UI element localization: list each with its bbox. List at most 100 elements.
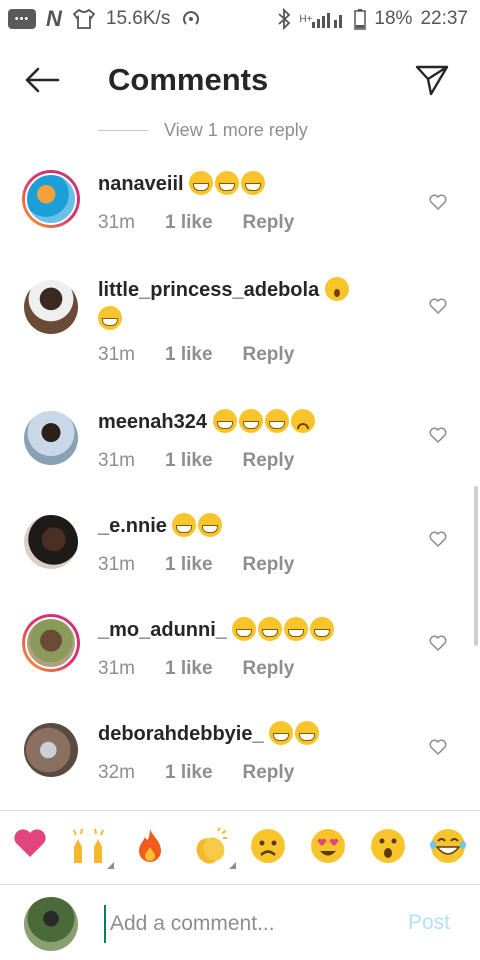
sad-face-emoji-button[interactable] xyxy=(248,827,288,867)
scrollbar[interactable] xyxy=(474,486,478,646)
avatar-story-ring[interactable] xyxy=(22,614,80,672)
like-count[interactable]: 1 like xyxy=(165,554,213,576)
skin-tone-indicator xyxy=(107,862,114,869)
laughing-emoji-icon xyxy=(241,171,266,195)
comment-input[interactable] xyxy=(104,905,394,943)
heart-outline-icon xyxy=(429,298,447,314)
laughing-emoji-icon xyxy=(172,513,197,537)
battery-icon xyxy=(354,8,367,30)
comment-username[interactable]: _e.nnie xyxy=(98,515,167,537)
like-button[interactable] xyxy=(426,527,450,551)
page-title: Comments xyxy=(108,62,269,97)
smiling-emoji-icon xyxy=(98,306,122,330)
heart-outline-icon xyxy=(429,531,447,547)
comment-time: 32m xyxy=(98,762,135,783)
laughing-emoji-icon xyxy=(215,171,240,195)
clapping-hands-emoji-button[interactable] xyxy=(190,827,236,869)
comment-time: 31m xyxy=(98,344,135,365)
heart-outline-icon xyxy=(429,194,447,210)
like-count[interactable]: 1 like xyxy=(165,212,213,234)
back-arrow-icon xyxy=(25,67,60,93)
avatar-story-ring[interactable] xyxy=(22,170,80,228)
laughing-face-icon xyxy=(430,829,466,863)
clock: 22:37 xyxy=(420,8,468,29)
header: Comments xyxy=(0,48,480,112)
laughing-emoji-icon xyxy=(295,721,320,745)
reply-button[interactable]: Reply xyxy=(243,658,295,680)
like-count[interactable]: 1 like xyxy=(165,658,213,680)
share-button[interactable] xyxy=(410,60,454,100)
comment-username[interactable]: _mo_adunni_ xyxy=(98,619,227,641)
surprised-face-emoji-button[interactable] xyxy=(368,827,408,867)
like-count[interactable]: 1 like xyxy=(165,450,213,472)
avatar xyxy=(24,411,78,465)
avatar xyxy=(25,173,77,225)
reply-button[interactable]: Reply xyxy=(243,554,295,576)
like-button[interactable] xyxy=(426,631,450,655)
like-button[interactable] xyxy=(426,735,450,759)
comment-username[interactable]: deborahdebbyie_ xyxy=(98,723,264,745)
skin-tone-indicator xyxy=(229,862,236,869)
laughing-face-emoji-button[interactable] xyxy=(428,827,468,867)
comment-username[interactable]: nanaveiil xyxy=(98,173,184,195)
reply-button[interactable]: Reply xyxy=(243,762,295,784)
heart-outline-icon xyxy=(429,635,447,651)
comment-text: _mo_adunni_ xyxy=(98,616,420,645)
network-speed: 15.6K/s xyxy=(105,8,171,29)
post-button[interactable]: Post xyxy=(408,911,450,935)
reply-button[interactable]: Reply xyxy=(243,450,295,472)
battery-percent: 18% xyxy=(374,8,413,29)
comment-username[interactable]: little_princess_adebola xyxy=(98,279,319,301)
comment-text: nanaveiil xyxy=(98,170,420,199)
back-button[interactable] xyxy=(20,60,64,100)
avatar-wrap[interactable] xyxy=(22,721,80,779)
comment-item: _e.nnie 31m 1 like Reply xyxy=(0,510,480,600)
heart-outline-icon xyxy=(429,739,447,755)
heart-outline-icon xyxy=(429,427,447,443)
comment-text: deborahdebbyie_ xyxy=(98,720,420,749)
reply-thread-line xyxy=(98,129,148,131)
avatar xyxy=(25,617,77,669)
comment-username[interactable]: meenah324 xyxy=(98,411,207,433)
like-count[interactable]: 1 like xyxy=(165,344,213,366)
reply-button[interactable]: Reply xyxy=(243,212,295,234)
laughing-emoji-icon xyxy=(284,617,309,641)
comment-text: _e.nnie xyxy=(98,512,420,541)
comment-time: 31m xyxy=(98,554,135,575)
avatar xyxy=(24,515,78,569)
comment-time: 31m xyxy=(98,658,135,679)
comment-item: nanaveiil 31m 1 like Reply xyxy=(0,168,480,268)
laughing-emoji-icon xyxy=(238,409,263,433)
avatar-wrap[interactable] xyxy=(22,278,80,336)
laughing-emoji-icon xyxy=(258,617,283,641)
laughing-emoji-icon xyxy=(198,513,223,537)
heart-eyes-emoji-button[interactable] xyxy=(308,827,348,867)
heart-emoji-button[interactable] xyxy=(10,827,50,867)
avatar-wrap[interactable] xyxy=(22,513,80,571)
comment-input-bar: Post xyxy=(0,884,480,960)
surprised-face-icon xyxy=(371,829,405,863)
laughing-emoji-icon xyxy=(232,617,257,641)
view-more-replies[interactable]: View 1 more reply xyxy=(98,116,308,144)
view-more-replies-label: View 1 more reply xyxy=(164,119,308,140)
reply-button[interactable]: Reply xyxy=(243,344,295,366)
comment-time: 31m xyxy=(98,212,135,233)
avatar-wrap[interactable] xyxy=(22,409,80,467)
like-button[interactable] xyxy=(426,423,450,447)
like-button[interactable] xyxy=(426,190,450,214)
like-count[interactable]: 1 like xyxy=(165,762,213,784)
raised-hands-emoji-button[interactable] xyxy=(68,827,114,869)
surprised-emoji-icon xyxy=(324,277,349,301)
comment-time: 31m xyxy=(98,450,135,471)
comment-item: meenah324 31m 1 like Reply xyxy=(0,406,480,496)
fire-emoji-button[interactable] xyxy=(130,827,170,867)
raised-hands-icon xyxy=(73,828,104,863)
sad-face-icon xyxy=(251,829,285,863)
laughing-emoji-icon xyxy=(264,409,289,433)
like-button[interactable] xyxy=(426,294,450,318)
heart-eyes-face-icon xyxy=(311,829,345,863)
comment-text: little_princess_adebola xyxy=(98,276,420,334)
message-notification-icon: ••• xyxy=(8,9,36,29)
avatar xyxy=(24,280,78,334)
bluetooth-icon xyxy=(277,8,291,30)
